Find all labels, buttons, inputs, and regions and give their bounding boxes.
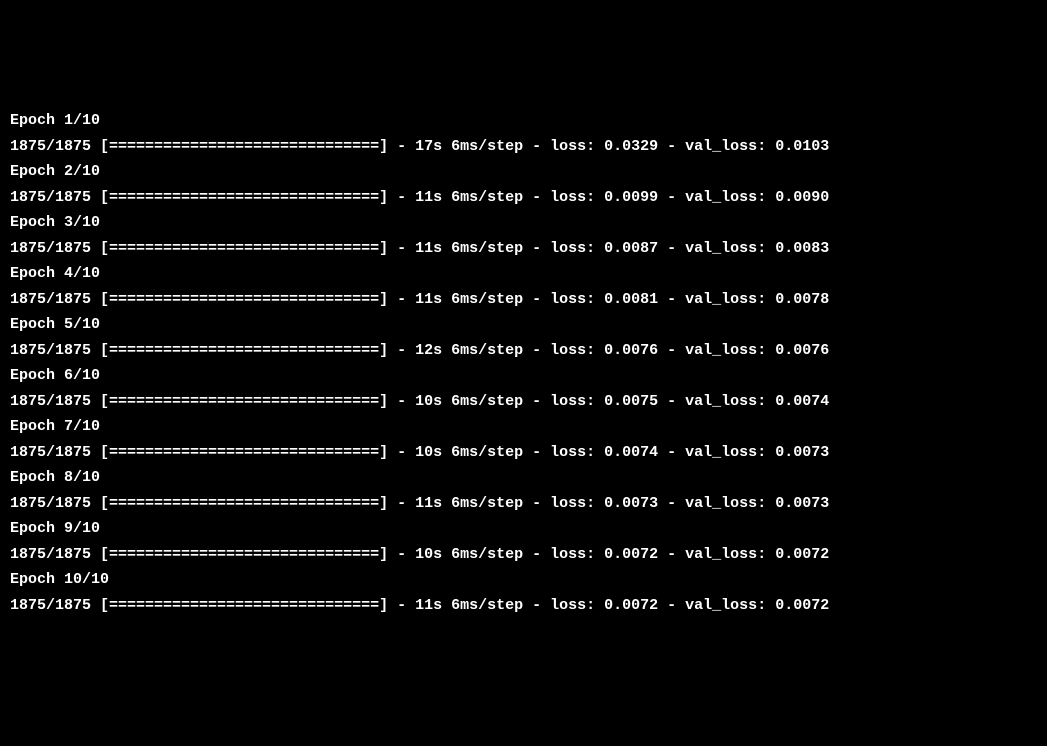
epoch-header: Epoch 6/10 <box>10 363 1037 389</box>
epoch-time: 11s <box>415 189 442 206</box>
progress-bar: [==============================] <box>100 444 388 461</box>
val-loss-value: 0.0072 <box>775 546 829 563</box>
per-step-time: 6ms/step <box>451 138 523 155</box>
per-step-time: 6ms/step <box>451 597 523 614</box>
epoch-header: Epoch 3/10 <box>10 210 1037 236</box>
epoch-progress-line: 1875/1875 [=============================… <box>10 185 1037 211</box>
epoch-progress-line: 1875/1875 [=============================… <box>10 287 1037 313</box>
epoch-header: Epoch 9/10 <box>10 516 1037 542</box>
val-loss-value: 0.0090 <box>775 189 829 206</box>
step-counter: 1875/1875 <box>10 189 91 206</box>
epoch-time: 11s <box>415 495 442 512</box>
loss-value: 0.0087 <box>604 240 658 257</box>
epoch-time: 10s <box>415 546 442 563</box>
val-loss-value: 0.0072 <box>775 597 829 614</box>
loss-value: 0.0072 <box>604 546 658 563</box>
progress-bar: [==============================] <box>100 189 388 206</box>
epoch-header: Epoch 1/10 <box>10 108 1037 134</box>
per-step-time: 6ms/step <box>451 546 523 563</box>
step-counter: 1875/1875 <box>10 546 91 563</box>
progress-bar: [==============================] <box>100 291 388 308</box>
epoch-header: Epoch 7/10 <box>10 414 1037 440</box>
epoch-progress-line: 1875/1875 [=============================… <box>10 338 1037 364</box>
val-loss-value: 0.0083 <box>775 240 829 257</box>
loss-value: 0.0099 <box>604 189 658 206</box>
epoch-progress-line: 1875/1875 [=============================… <box>10 134 1037 160</box>
epoch-progress-line: 1875/1875 [=============================… <box>10 542 1037 568</box>
epoch-progress-line: 1875/1875 [=============================… <box>10 440 1037 466</box>
terminal-output: Epoch 1/101875/1875 [===================… <box>10 108 1037 618</box>
loss-value: 0.0329 <box>604 138 658 155</box>
progress-bar: [==============================] <box>100 342 388 359</box>
progress-bar: [==============================] <box>100 495 388 512</box>
epoch-time: 10s <box>415 444 442 461</box>
val-loss-value: 0.0103 <box>775 138 829 155</box>
epoch-time: 11s <box>415 240 442 257</box>
per-step-time: 6ms/step <box>451 189 523 206</box>
epoch-header: Epoch 4/10 <box>10 261 1037 287</box>
step-counter: 1875/1875 <box>10 597 91 614</box>
epoch-header: Epoch 8/10 <box>10 465 1037 491</box>
epoch-time: 10s <box>415 393 442 410</box>
per-step-time: 6ms/step <box>451 291 523 308</box>
epoch-progress-line: 1875/1875 [=============================… <box>10 491 1037 517</box>
val-loss-value: 0.0074 <box>775 393 829 410</box>
epoch-header: Epoch 5/10 <box>10 312 1037 338</box>
val-loss-value: 0.0076 <box>775 342 829 359</box>
loss-value: 0.0073 <box>604 495 658 512</box>
per-step-time: 6ms/step <box>451 342 523 359</box>
epoch-header: Epoch 10/10 <box>10 567 1037 593</box>
progress-bar: [==============================] <box>100 240 388 257</box>
step-counter: 1875/1875 <box>10 393 91 410</box>
per-step-time: 6ms/step <box>451 495 523 512</box>
step-counter: 1875/1875 <box>10 342 91 359</box>
epoch-time: 11s <box>415 291 442 308</box>
progress-bar: [==============================] <box>100 138 388 155</box>
epoch-progress-line: 1875/1875 [=============================… <box>10 389 1037 415</box>
step-counter: 1875/1875 <box>10 291 91 308</box>
step-counter: 1875/1875 <box>10 240 91 257</box>
step-counter: 1875/1875 <box>10 444 91 461</box>
val-loss-value: 0.0073 <box>775 444 829 461</box>
progress-bar: [==============================] <box>100 546 388 563</box>
epoch-header: Epoch 2/10 <box>10 159 1037 185</box>
epoch-progress-line: 1875/1875 [=============================… <box>10 236 1037 262</box>
loss-value: 0.0076 <box>604 342 658 359</box>
per-step-time: 6ms/step <box>451 240 523 257</box>
progress-bar: [==============================] <box>100 597 388 614</box>
epoch-time: 17s <box>415 138 442 155</box>
per-step-time: 6ms/step <box>451 444 523 461</box>
step-counter: 1875/1875 <box>10 138 91 155</box>
val-loss-value: 0.0073 <box>775 495 829 512</box>
epoch-progress-line: 1875/1875 [=============================… <box>10 593 1037 619</box>
epoch-time: 11s <box>415 597 442 614</box>
loss-value: 0.0075 <box>604 393 658 410</box>
progress-bar: [==============================] <box>100 393 388 410</box>
per-step-time: 6ms/step <box>451 393 523 410</box>
loss-value: 0.0072 <box>604 597 658 614</box>
loss-value: 0.0074 <box>604 444 658 461</box>
val-loss-value: 0.0078 <box>775 291 829 308</box>
loss-value: 0.0081 <box>604 291 658 308</box>
epoch-time: 12s <box>415 342 442 359</box>
step-counter: 1875/1875 <box>10 495 91 512</box>
